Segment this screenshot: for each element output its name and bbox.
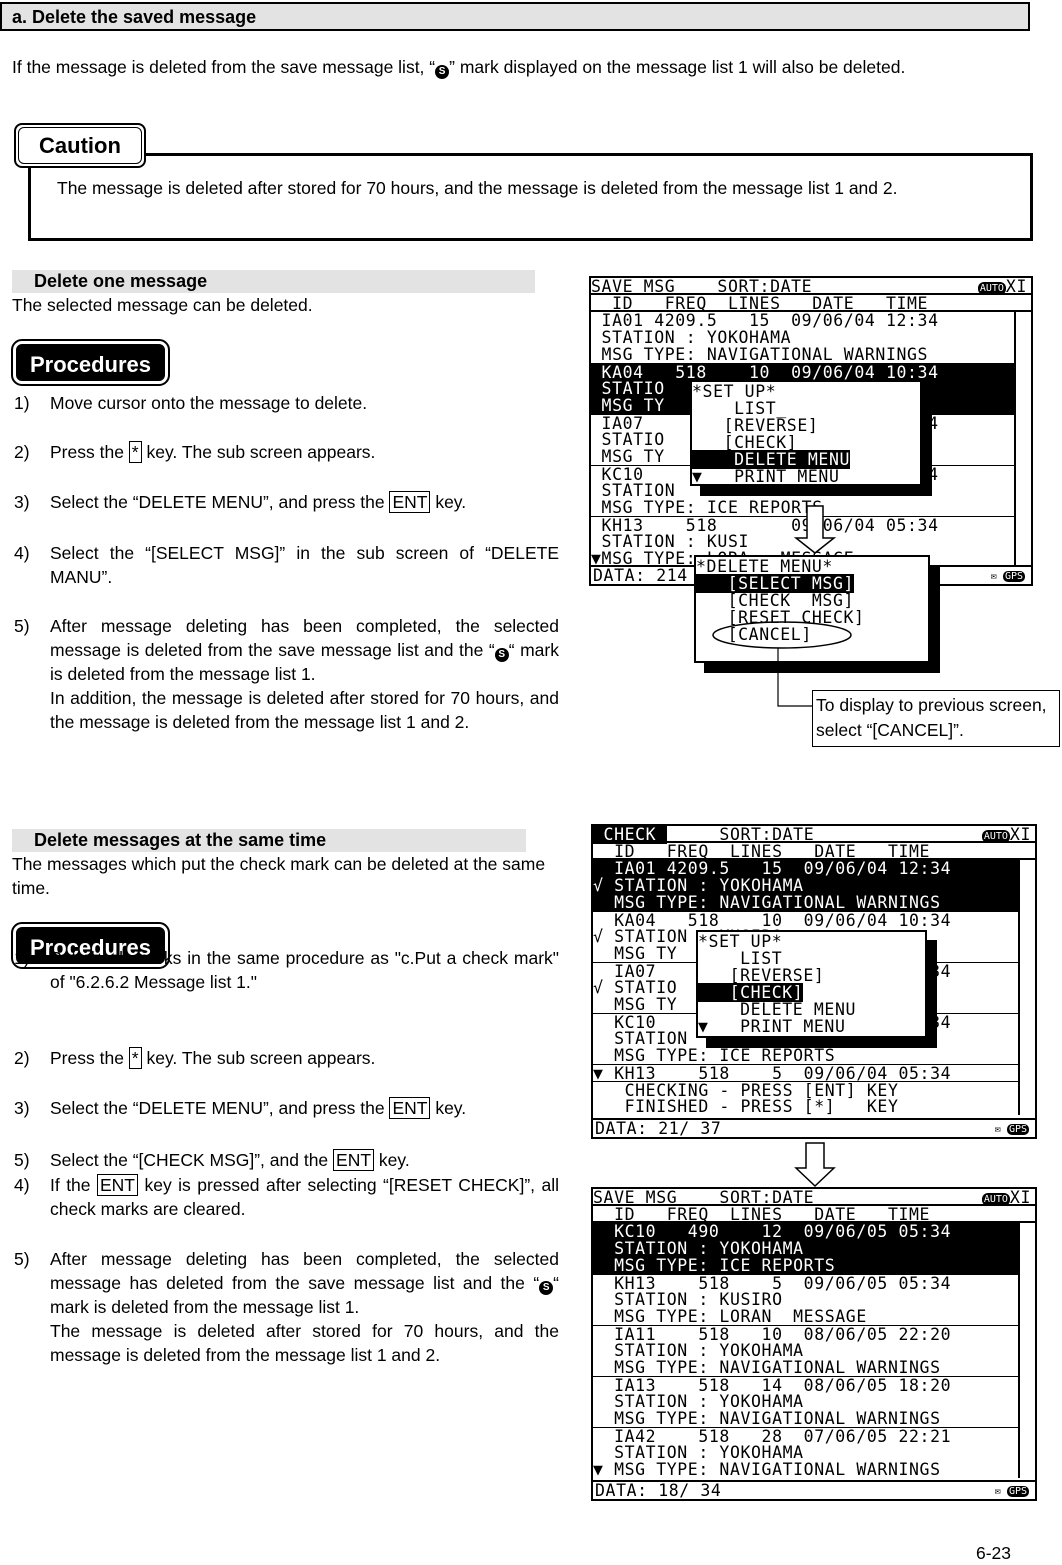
annotations — [712, 505, 852, 1188]
down-arrow-icon — [793, 505, 837, 554]
down-arrow-icon — [794, 1142, 836, 1188]
cancel-highlight-ellipse — [712, 621, 852, 649]
callout-leader-line — [777, 648, 812, 707]
